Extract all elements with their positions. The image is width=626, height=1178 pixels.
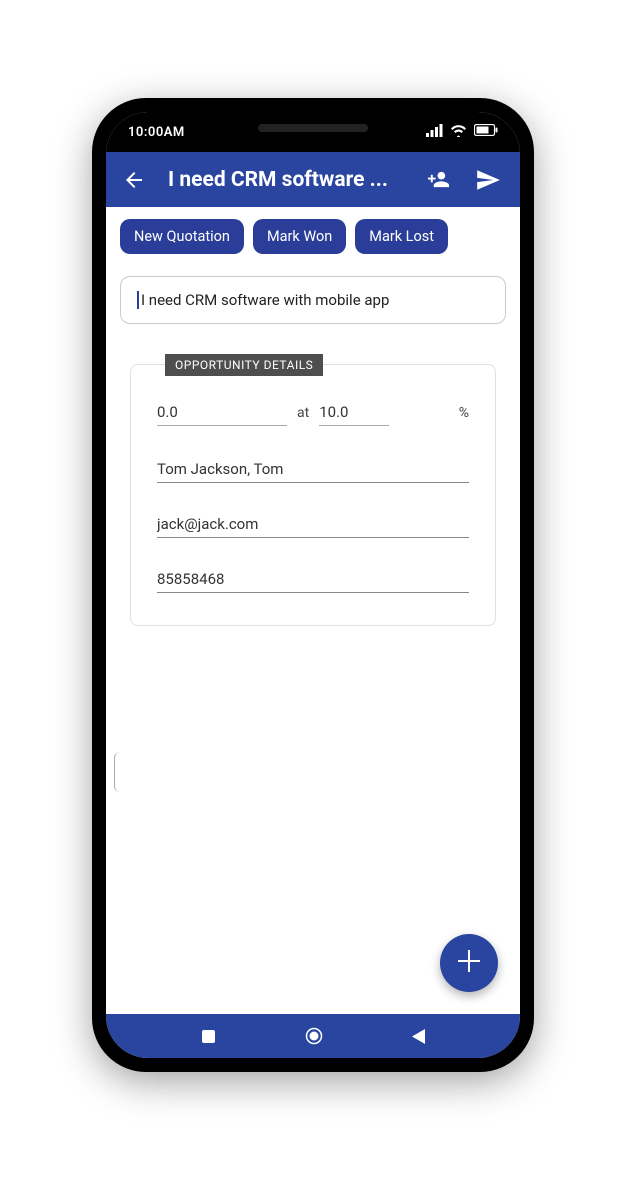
nav-home-button[interactable] (305, 1027, 323, 1045)
plus-icon (458, 947, 480, 979)
send-icon[interactable] (468, 160, 508, 200)
mark-won-button[interactable]: Mark Won (253, 219, 346, 254)
amount-field[interactable] (157, 399, 287, 426)
details-legend: OPPORTUNITY DETAILS (165, 354, 323, 376)
status-time: 10:00AM (128, 125, 185, 140)
email-field[interactable] (157, 511, 469, 538)
add-fab-button[interactable] (440, 934, 498, 992)
android-nav-bar (106, 1014, 520, 1058)
side-indicator (114, 752, 120, 792)
add-person-button[interactable] (418, 160, 458, 200)
probability-field[interactable] (319, 399, 389, 426)
contact-field[interactable] (157, 456, 469, 483)
content-area: New Quotation Mark Won Mark Lost I need … (106, 207, 520, 1014)
percent-label: % (459, 405, 469, 421)
subject-card[interactable]: I need CRM software with mobile app (120, 276, 506, 324)
subject-text: I need CRM software with mobile app (137, 291, 489, 309)
status-indicators (426, 124, 498, 141)
back-button[interactable] (114, 160, 154, 200)
signal-icon (426, 124, 443, 141)
amount-row: at % (157, 399, 469, 426)
action-buttons-row: New Quotation Mark Won Mark Lost (120, 219, 506, 254)
at-label: at (297, 405, 309, 421)
status-bar: 10:00AM (106, 112, 520, 152)
nav-recent-button[interactable] (201, 1029, 216, 1044)
nav-back-button[interactable] (412, 1029, 425, 1044)
wifi-icon (450, 124, 467, 141)
app-bar: I need CRM software ... (106, 152, 520, 207)
new-quotation-button[interactable]: New Quotation (120, 219, 244, 254)
mark-lost-button[interactable]: Mark Lost (355, 219, 448, 254)
opportunity-details-card: OPPORTUNITY DETAILS at % (130, 364, 496, 626)
page-title: I need CRM software ... (164, 168, 408, 192)
battery-icon (474, 124, 498, 140)
phone-field[interactable] (157, 566, 469, 593)
